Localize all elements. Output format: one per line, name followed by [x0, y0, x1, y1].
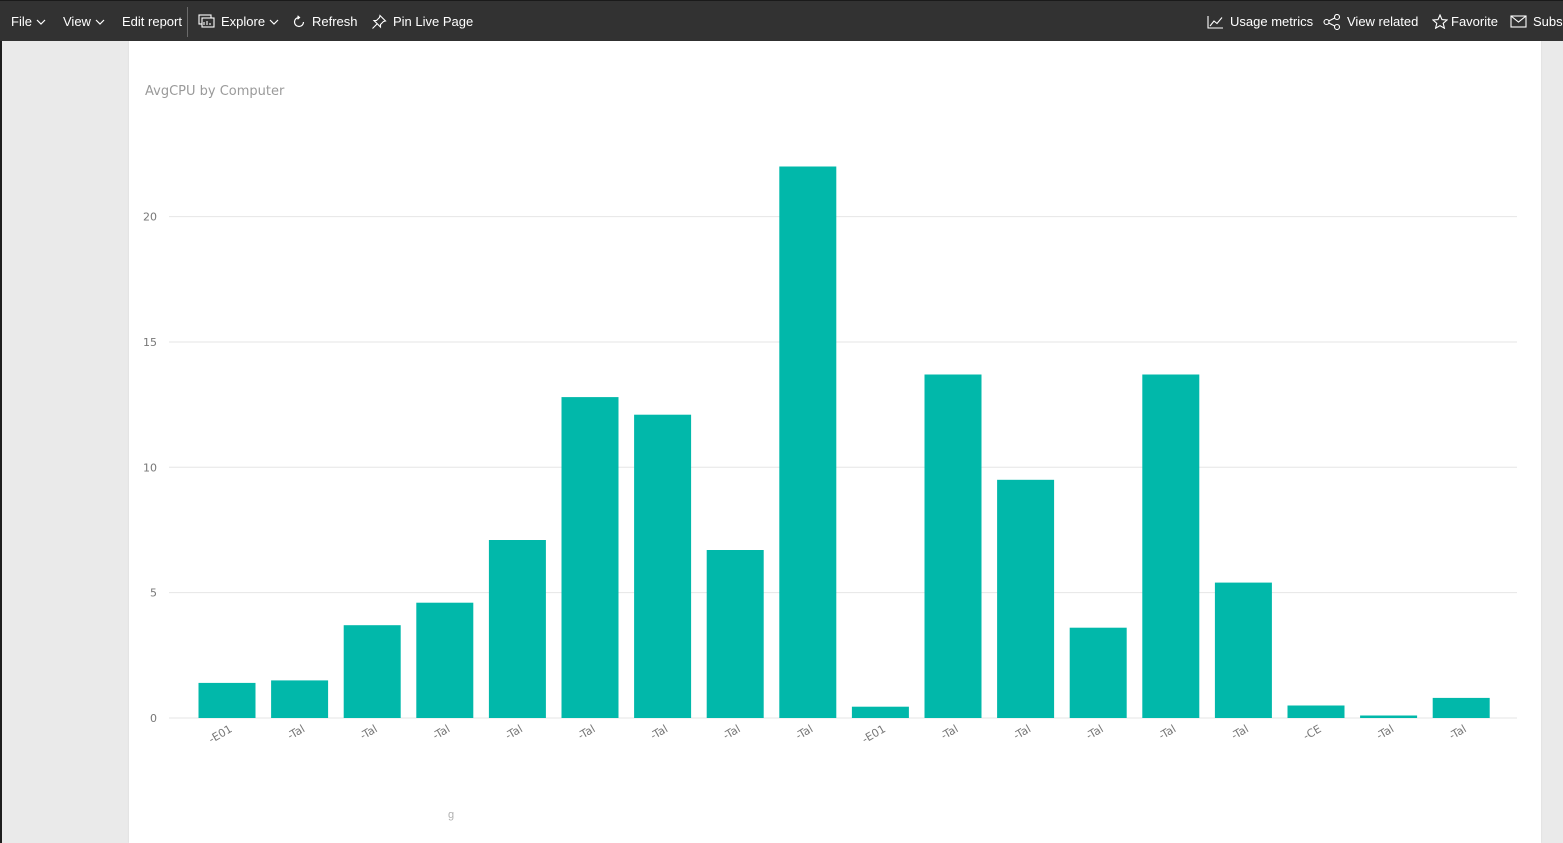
x-tick-label: -Tal — [939, 722, 961, 742]
x-tick-label: -Tal — [576, 722, 598, 742]
view-related-label: View related — [1347, 14, 1419, 29]
bar-6[interactable] — [634, 414, 692, 718]
bar-3[interactable] — [416, 602, 474, 718]
bar-8[interactable] — [779, 166, 837, 719]
refresh-button[interactable]: Refresh — [292, 1, 358, 42]
bar-4[interactable] — [488, 540, 546, 718]
subscribe-label: Subsc — [1533, 14, 1563, 29]
left-gutter — [0, 41, 2, 843]
bar-17[interactable] — [1432, 697, 1490, 718]
bar-1[interactable] — [271, 680, 329, 718]
edit-report-button[interactable]: Edit report — [122, 1, 182, 42]
x-tick-label: -Tal — [1084, 722, 1106, 742]
subscribe-button[interactable]: Subsc — [1510, 1, 1563, 42]
chevron-down-icon — [269, 19, 279, 25]
view-related-button[interactable]: View related — [1323, 1, 1418, 42]
bar-15[interactable] — [1287, 705, 1345, 719]
edit-report-label: Edit report — [122, 14, 182, 29]
x-tick-label: -Tal — [358, 722, 380, 742]
bar-10[interactable] — [924, 374, 982, 719]
line-chart-icon — [1207, 15, 1224, 29]
x-tick-label: -Tal — [503, 722, 525, 742]
x-tick-label: -Tal — [1374, 722, 1396, 742]
bar-16[interactable] — [1360, 715, 1418, 719]
explore-menu[interactable]: Explore — [198, 1, 279, 42]
refresh-icon — [292, 14, 306, 29]
x-tick-label: -Tal — [1011, 722, 1033, 742]
x-tick-label: -Tal — [1157, 722, 1179, 742]
chevron-down-icon — [95, 19, 105, 25]
bar-chart: 0 5 10 15 20 -E01 -Tal -Tal -Tal -Tal -Tal -Tal -Ta… — [143, 166, 1517, 746]
x-tick-label: -Tal — [794, 722, 816, 742]
file-menu-label: File — [11, 14, 32, 29]
usage-metrics-button[interactable]: Usage metrics — [1207, 1, 1313, 42]
bar-9[interactable] — [851, 706, 909, 718]
x-tick-label: -Tal — [431, 722, 453, 742]
x-tick-label: -Tal — [648, 722, 670, 742]
view-menu-label: View — [63, 14, 91, 29]
star-icon — [1432, 14, 1448, 29]
usage-metrics-label: Usage metrics — [1230, 14, 1314, 29]
share-nodes-icon — [1323, 13, 1341, 30]
pin-icon — [371, 13, 387, 30]
bar-5[interactable] — [561, 397, 619, 718]
explore-label: Explore — [221, 14, 266, 29]
y-tick-label: 15 — [143, 336, 157, 349]
y-tick-label: 0 — [150, 712, 157, 725]
y-axis: 0 5 10 15 20 — [143, 211, 157, 725]
x-tick-label: -E01 — [860, 722, 888, 746]
x-tick-label: -Tal — [1229, 722, 1251, 742]
view-menu[interactable]: View — [63, 1, 105, 42]
x-tick-label: -Tal — [721, 722, 743, 742]
bar-0[interactable] — [198, 682, 256, 718]
refresh-label: Refresh — [312, 14, 358, 29]
mail-icon — [1510, 15, 1527, 28]
bar-2[interactable] — [343, 625, 401, 718]
favorite-button[interactable]: Favorite — [1432, 1, 1498, 42]
pin-live-page-label: Pin Live Page — [393, 14, 474, 29]
pin-live-page-button[interactable]: Pin Live Page — [371, 1, 473, 42]
bar-12[interactable] — [1069, 627, 1127, 718]
bar-14[interactable] — [1214, 582, 1272, 718]
toolbar-divider — [187, 7, 188, 37]
y-tick-label: 5 — [150, 587, 157, 600]
stray-mark: g — [448, 809, 455, 821]
favorite-label: Favorite — [1451, 14, 1498, 29]
x-tick-label: -Tal — [1447, 722, 1469, 742]
x-axis: -E01 -Tal -Tal -Tal -Tal -Tal -Tal -Tal -Tal -E01… — [206, 722, 1468, 746]
bar-11[interactable] — [997, 479, 1055, 718]
bar-13[interactable] — [1142, 374, 1200, 719]
bars — [198, 166, 1490, 719]
file-menu[interactable]: File — [11, 1, 46, 42]
x-tick-label: -Tal — [285, 722, 307, 742]
y-tick-label: 20 — [143, 211, 157, 224]
explore-icon — [198, 14, 215, 29]
x-tick-label: -E01 — [206, 722, 234, 746]
top-toolbar: File View Edit report Explore Refresh Pi… — [0, 0, 1563, 41]
x-tick-label: -CE — [1301, 722, 1324, 743]
chevron-down-icon — [36, 19, 46, 25]
bar-7[interactable] — [706, 550, 764, 718]
y-tick-label: 10 — [143, 461, 157, 474]
